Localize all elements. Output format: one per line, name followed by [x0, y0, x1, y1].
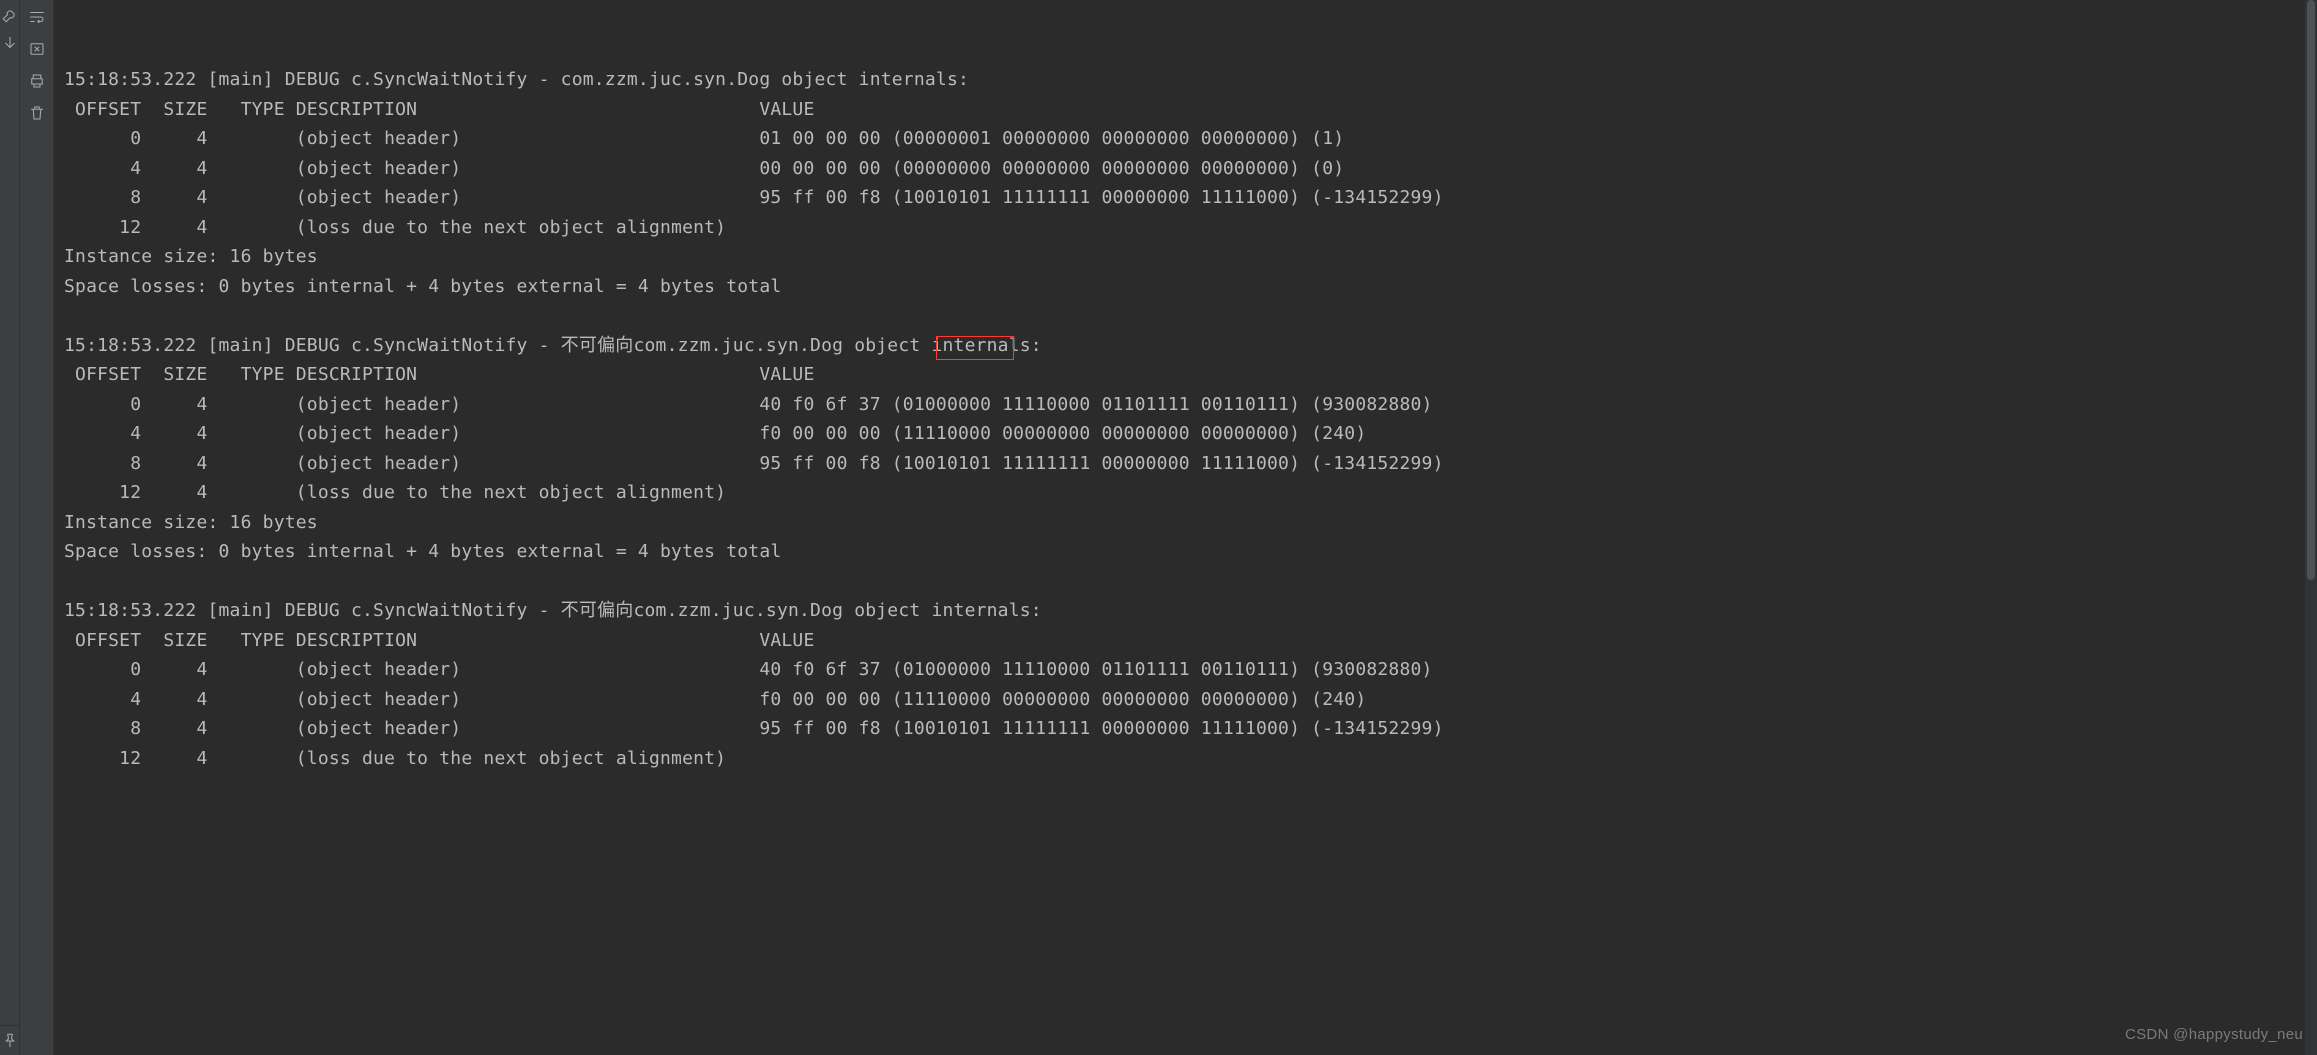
- table-row: 0 4 (object header) 40 f0 6f 37 (0100000…: [64, 655, 2309, 685]
- table-row: 4 4 (object header) f0 00 00 00 (1111000…: [64, 685, 2309, 715]
- table-row: 12 4 (loss due to the next object alignm…: [64, 478, 2309, 508]
- table-header: OFFSET SIZE TYPE DESCRIPTION VALUE: [64, 95, 2309, 125]
- log-header: 15:18:53.222 [main] DEBUG c.SyncWaitNoti…: [64, 331, 2309, 361]
- diff-icon[interactable]: [25, 38, 49, 60]
- table-row: 8 4 (object header) 95 ff 00 f8 (1001010…: [64, 449, 2309, 479]
- table-row: 12 4 (loss due to the next object alignm…: [64, 744, 2309, 774]
- blank-line: [64, 301, 2309, 331]
- table-row: 0 4 (object header) 01 00 00 00 (0000000…: [64, 124, 2309, 154]
- table-header: OFFSET SIZE TYPE DESCRIPTION VALUE: [64, 360, 2309, 390]
- wrap-icon[interactable]: [25, 6, 49, 28]
- watermark: CSDN @happystudy_neu: [2125, 1020, 2303, 1050]
- instance-size: Instance size: 16 bytes: [64, 242, 2309, 272]
- table-row: 8 4 (object header) 95 ff 00 f8 (1001010…: [64, 714, 2309, 744]
- ide-run-panel: 15:18:53.222 [main] DEBUG c.SyncWaitNoti…: [0, 0, 2317, 1055]
- run-gutter: [0, 0, 20, 1055]
- instance-size: Instance size: 16 bytes: [64, 508, 2309, 538]
- pin-icon[interactable]: [0, 1030, 20, 1052]
- log-header: 15:18:53.222 [main] DEBUG c.SyncWaitNoti…: [64, 65, 2309, 95]
- print-icon[interactable]: [25, 70, 49, 92]
- table-row: 4 4 (object header) f0 00 00 00 (1111000…: [64, 419, 2309, 449]
- table-row: 0 4 (object header) 40 f0 6f 37 (0100000…: [64, 390, 2309, 420]
- console-output[interactable]: 15:18:53.222 [main] DEBUG c.SyncWaitNoti…: [54, 0, 2317, 1055]
- wrench-icon[interactable]: [0, 4, 22, 26]
- log-header: 15:18:53.222 [main] DEBUG c.SyncWaitNoti…: [64, 596, 2309, 626]
- table-header: OFFSET SIZE TYPE DESCRIPTION VALUE: [64, 626, 2309, 656]
- arrow-down-icon[interactable]: [0, 32, 22, 54]
- space-losses: Space losses: 0 bytes internal + 4 bytes…: [64, 537, 2309, 567]
- console-toolbar: [20, 0, 54, 1055]
- blank-line: [64, 567, 2309, 597]
- scrollbar-vertical[interactable]: [2305, 0, 2317, 1055]
- trash-icon[interactable]: [25, 102, 49, 124]
- table-row: 4 4 (object header) 00 00 00 00 (0000000…: [64, 154, 2309, 184]
- table-row: 12 4 (loss due to the next object alignm…: [64, 213, 2309, 243]
- table-row: 8 4 (object header) 95 ff 00 f8 (1001010…: [64, 183, 2309, 213]
- scrollbar-thumb[interactable]: [2307, 0, 2315, 580]
- space-losses: Space losses: 0 bytes internal + 4 bytes…: [64, 272, 2309, 302]
